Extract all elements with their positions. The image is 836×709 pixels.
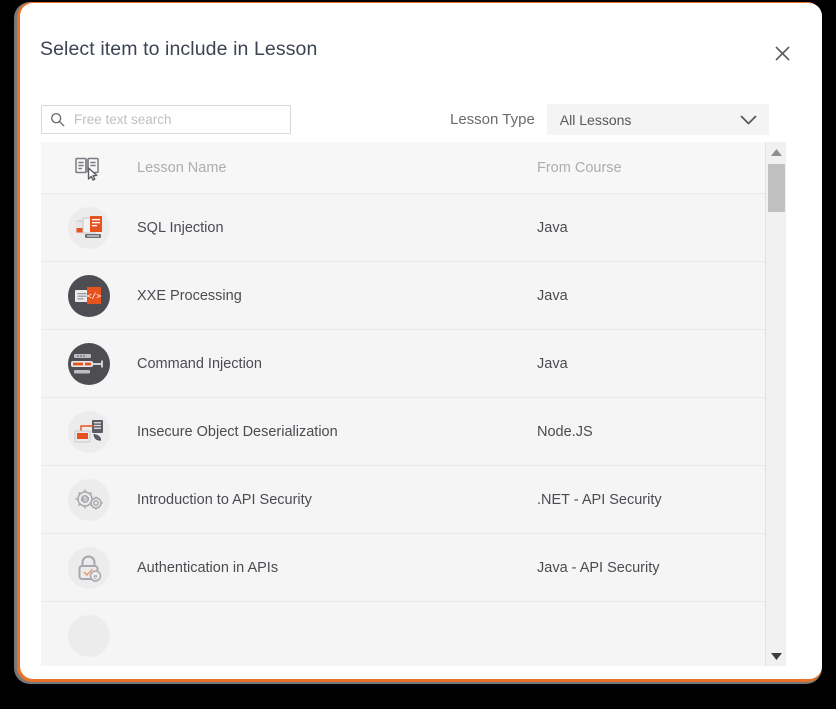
scroll-down-arrow-icon[interactable] <box>766 646 786 666</box>
table-row[interactable]: </> XXE Processing Java <box>41 262 765 330</box>
svg-text:API: API <box>81 497 89 503</box>
row-icon <box>41 614 137 657</box>
scrollbar-thumb[interactable] <box>768 164 785 212</box>
lesson-course: Java - API Security <box>537 559 660 576</box>
lesson-name: SQL Injection <box>137 219 224 236</box>
padlock-icon: e <box>68 546 110 589</box>
row-icon <box>41 342 137 385</box>
lesson-name: Authentication in APIs <box>137 559 279 576</box>
close-icon[interactable] <box>766 37 798 69</box>
row-icon <box>41 410 137 453</box>
sql-injection-icon <box>68 206 110 249</box>
page-title: Select item to include in Lesson <box>40 38 318 60</box>
chevron-down-icon <box>740 114 757 125</box>
search-input[interactable] <box>72 112 290 127</box>
svg-text:e: e <box>94 574 98 581</box>
lesson-course: Java <box>537 219 568 236</box>
row-icon: API <box>41 478 137 521</box>
book-cursor-icon <box>41 155 137 181</box>
lesson-type-value: All Lessons <box>559 111 632 128</box>
row-icon: e <box>41 546 137 589</box>
partial-icon <box>68 614 110 657</box>
lesson-name: Command Injection <box>137 355 262 372</box>
search-box[interactable] <box>41 105 291 134</box>
lesson-type-label: Lesson Type <box>450 111 535 128</box>
gears-api-icon: API <box>68 478 110 521</box>
screen: Select item to include in Lesson Lesson … <box>0 0 836 709</box>
lesson-course: Node.JS <box>537 423 593 440</box>
table-row[interactable]: SQL Injection Java <box>41 194 765 262</box>
column-header-lesson-name: Lesson Name <box>137 159 227 176</box>
lesson-course: Java <box>537 355 568 372</box>
lesson-list-inner: Lesson Name From Course SQL Injection Ja… <box>41 142 765 666</box>
list-header-row: Lesson Name From Course <box>41 142 765 194</box>
scroll-up-arrow-icon[interactable] <box>766 142 786 162</box>
lesson-name: XXE Processing <box>137 287 242 304</box>
select-item-dialog: Select item to include in Lesson Lesson … <box>20 3 822 679</box>
lesson-type-filter: Lesson Type All Lessons <box>450 104 769 135</box>
row-icon: </> <box>41 274 137 317</box>
deserialization-icon <box>68 410 110 453</box>
table-row[interactable]: e Authentication in APIs Java - API Secu… <box>41 534 765 602</box>
row-icon <box>41 206 137 249</box>
table-row[interactable]: API Introduction to API Security .NET - … <box>41 466 765 534</box>
lesson-course: .NET - API Security <box>537 491 662 508</box>
list-scrollbar[interactable] <box>765 142 786 666</box>
lesson-name: Insecure Object Deserialization <box>137 423 338 440</box>
table-row[interactable]: Command Injection Java <box>41 330 765 398</box>
search-icon <box>42 112 72 127</box>
table-row[interactable]: Insecure Object Deserialization Node.JS <box>41 398 765 466</box>
command-injection-icon <box>68 342 110 385</box>
lesson-name: Introduction to API Security <box>137 491 312 508</box>
lesson-list: Lesson Name From Course SQL Injection Ja… <box>41 142 786 666</box>
column-header-from-course: From Course <box>537 159 622 176</box>
lesson-type-select[interactable]: All Lessons <box>546 104 769 135</box>
lesson-course: Java <box>537 287 568 304</box>
svg-text:</>: </> <box>87 291 102 300</box>
table-row[interactable] <box>41 602 765 666</box>
xxe-processing-icon: </> <box>68 274 110 317</box>
